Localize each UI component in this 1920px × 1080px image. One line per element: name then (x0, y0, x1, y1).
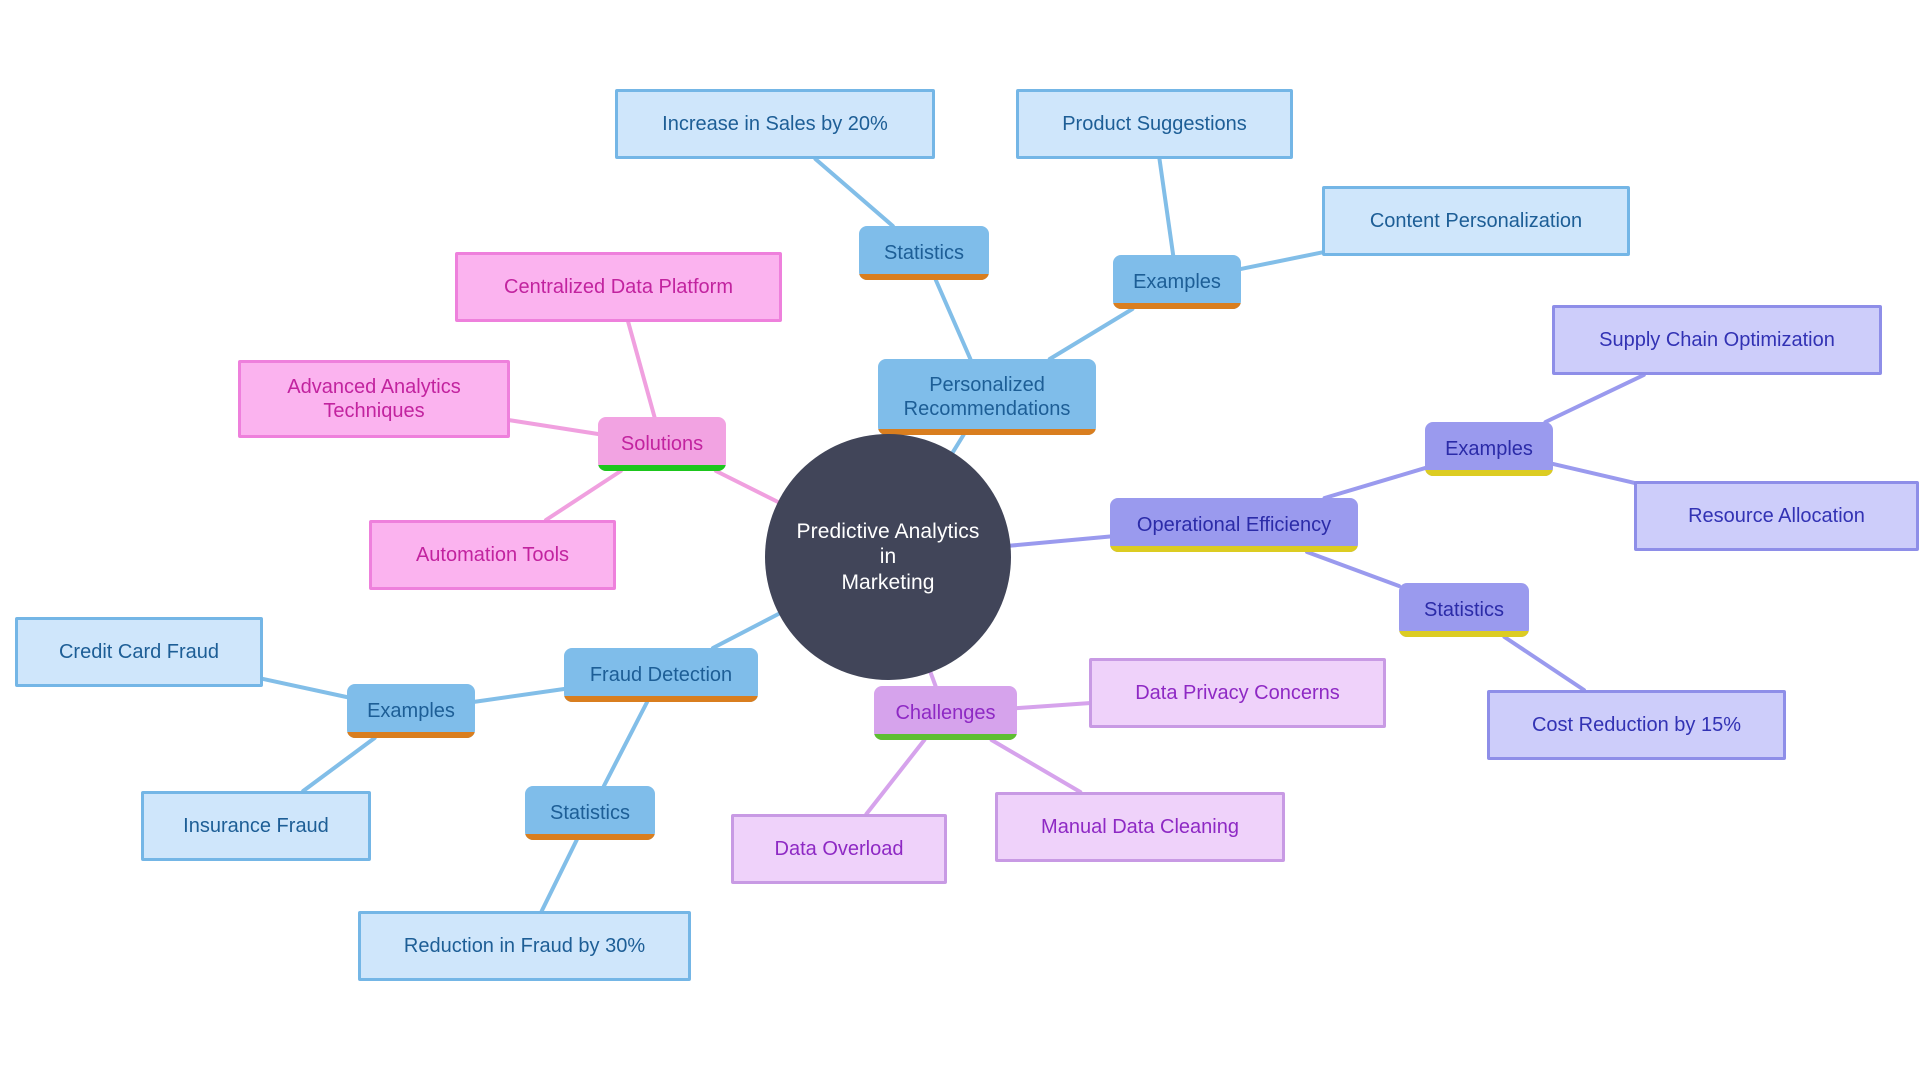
edge-personalized-recommendations-to-pr-statistics (933, 278, 973, 361)
node-label: Examples (367, 699, 455, 722)
branch-node-fraud-detection[interactable]: Fraud Detection (564, 648, 758, 702)
edge-fd-statistics-to-reduction-in-fraud (539, 838, 579, 913)
edge-root-to-solutions (714, 469, 780, 504)
edge-fd-examples-to-insurance-fraud (301, 736, 377, 793)
accent-underline (1399, 631, 1529, 637)
node-label: Credit Card Fraud (58, 640, 220, 663)
node-label: Increase in Sales by 20% (662, 112, 888, 135)
edge-solutions-to-centralized-data-platform (626, 320, 657, 419)
accent-underline (1110, 546, 1358, 552)
node-label: Product Suggestions (1062, 112, 1247, 135)
branch-node-operational-efficiency[interactable]: Operational Efficiency (1110, 498, 1358, 552)
edge-root-to-fraud-detection (710, 611, 781, 650)
branch-node-challenges[interactable]: Challenges (874, 686, 1017, 740)
edge-fraud-detection-to-fd-statistics (601, 700, 650, 788)
edge-challenges-to-manual-data-cleaning (989, 738, 1083, 794)
node-label: Solutions (620, 432, 704, 455)
accent-underline (598, 465, 726, 471)
edge-challenges-to-data-privacy-concerns (1015, 701, 1091, 711)
edge-oe-statistics-to-cost-reduction (1502, 635, 1586, 692)
edge-pr-statistics-to-increase-in-sales (813, 157, 895, 228)
node-label: Challenges (895, 701, 996, 724)
node-label: Supply Chain Optimization (1599, 328, 1835, 351)
branch-node-oe-examples[interactable]: Examples (1425, 422, 1553, 476)
edge-challenges-to-data-overload (864, 738, 927, 816)
edge-personalized-recommendations-to-pr-examples (1047, 307, 1135, 361)
leaf-node-supply-chain-optimization[interactable]: Supply Chain Optimization (1552, 305, 1882, 375)
leaf-node-centralized-data-platform[interactable]: Centralized Data Platform (455, 252, 782, 322)
accent-underline (1113, 303, 1241, 309)
leaf-node-insurance-fraud[interactable]: Insurance Fraud (141, 791, 371, 861)
node-label: Resource Allocation (1688, 504, 1865, 527)
node-label: Statistics (549, 801, 631, 824)
leaf-node-data-overload[interactable]: Data Overload (731, 814, 947, 884)
edge-root-to-challenges (928, 670, 938, 688)
node-label: Data Privacy Concerns (1135, 681, 1340, 704)
node-label: Data Overload (774, 837, 904, 860)
node-label: Operational Efficiency (1136, 513, 1332, 536)
branch-node-fd-examples[interactable]: Examples (347, 684, 475, 738)
node-label: Statistics (1423, 598, 1505, 621)
node-label: Statistics (883, 241, 965, 264)
leaf-node-cost-reduction[interactable]: Cost Reduction by 15% (1487, 690, 1786, 760)
root-node-root[interactable]: Predictive Analytics in Marketing (765, 434, 1011, 680)
node-label: Examples (1133, 270, 1221, 293)
node-label: Examples (1445, 437, 1533, 460)
node-label: Fraud Detection (589, 663, 733, 686)
node-label: Personalized Recommendations (903, 373, 1071, 420)
branch-node-oe-statistics[interactable]: Statistics (1399, 583, 1529, 637)
branch-node-pr-statistics[interactable]: Statistics (859, 226, 989, 280)
accent-underline (878, 429, 1096, 435)
accent-underline (564, 696, 758, 702)
edge-oe-examples-to-resource-allocation (1551, 461, 1636, 485)
edge-root-to-personalized-recommendations (950, 433, 966, 455)
branch-node-fd-statistics[interactable]: Statistics (525, 786, 655, 840)
leaf-node-manual-data-cleaning[interactable]: Manual Data Cleaning (995, 792, 1285, 862)
branch-node-pr-examples[interactable]: Examples (1113, 255, 1241, 309)
accent-underline (525, 834, 655, 840)
leaf-node-resource-allocation[interactable]: Resource Allocation (1634, 481, 1919, 551)
edge-fd-examples-to-credit-card-fraud (261, 676, 349, 700)
edge-pr-examples-to-product-suggestions (1157, 157, 1176, 257)
mindmap-canvas: Predictive Analytics in Marketing Persona… (0, 0, 1920, 1080)
leaf-node-increase-in-sales[interactable]: Increase in Sales by 20% (615, 89, 935, 159)
node-label: Cost Reduction by 15% (1531, 713, 1741, 736)
edge-operational-efficiency-to-oe-statistics (1305, 550, 1401, 588)
node-label: Reduction in Fraud by 30% (403, 934, 646, 957)
leaf-node-credit-card-fraud[interactable]: Credit Card Fraud (15, 617, 263, 687)
edge-solutions-to-advanced-analytics-techniques (508, 418, 600, 436)
leaf-node-data-privacy-concerns[interactable]: Data Privacy Concerns (1089, 658, 1386, 728)
accent-underline (347, 732, 475, 738)
edge-oe-examples-to-supply-chain-optimization (1543, 373, 1646, 424)
node-label: Automation Tools (415, 543, 570, 566)
leaf-node-product-suggestions[interactable]: Product Suggestions (1016, 89, 1293, 159)
branch-node-personalized-recommendations[interactable]: Personalized Recommendations (878, 359, 1096, 435)
accent-underline (874, 734, 1017, 740)
branch-node-solutions[interactable]: Solutions (598, 417, 726, 471)
edge-solutions-to-automation-tools (543, 469, 623, 522)
leaf-node-automation-tools[interactable]: Automation Tools (369, 520, 616, 590)
leaf-node-advanced-analytics-techniques[interactable]: Advanced Analytics Techniques (238, 360, 510, 438)
node-label: Insurance Fraud (183, 814, 329, 837)
edge-root-to-operational-efficiency (1008, 534, 1112, 548)
root-node-label: Predictive Analytics in Marketing (796, 519, 980, 594)
node-label: Centralized Data Platform (504, 275, 733, 298)
edge-pr-examples-to-content-personalization (1239, 250, 1324, 271)
node-label: Advanced Analytics Techniques (287, 375, 461, 422)
edge-operational-efficiency-to-oe-examples (1322, 466, 1427, 500)
accent-underline (1425, 470, 1553, 476)
leaf-node-reduction-in-fraud[interactable]: Reduction in Fraud by 30% (358, 911, 691, 981)
edge-fraud-detection-to-fd-examples (473, 686, 566, 704)
node-label: Manual Data Cleaning (1041, 815, 1239, 838)
accent-underline (859, 274, 989, 280)
node-label: Content Personalization (1369, 209, 1583, 232)
leaf-node-content-personalization[interactable]: Content Personalization (1322, 186, 1630, 256)
